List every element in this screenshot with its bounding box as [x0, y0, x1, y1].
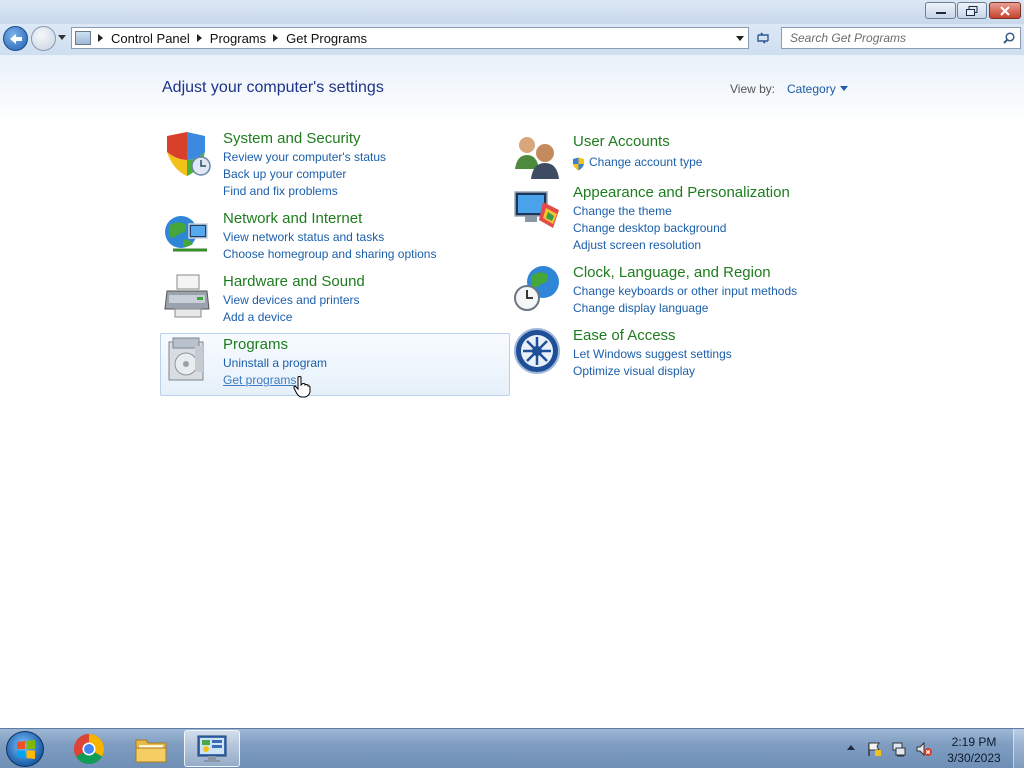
get-programs-link[interactable]: Get programs [223, 373, 296, 387]
start-button[interactable] [6, 731, 44, 767]
category-link[interactable]: Adjust screen resolution [573, 238, 701, 252]
category-link[interactable]: Find and fix problems [223, 184, 338, 198]
programs-icon[interactable] [163, 336, 211, 384]
search-placeholder: Search Get Programs [790, 31, 907, 45]
category-title[interactable]: Network and Internet [223, 210, 362, 227]
refresh-button[interactable] [751, 27, 775, 49]
forward-button[interactable] [31, 26, 56, 51]
view-by-label: View by: [730, 82, 776, 96]
address-bar[interactable]: Control Panel Programs Get Programs [71, 27, 749, 49]
category-title[interactable]: Ease of Access [573, 327, 676, 344]
taskbar-control-panel[interactable] [184, 730, 240, 767]
restore-icon [966, 5, 978, 16]
category-title[interactable]: Hardware and Sound [223, 273, 365, 290]
control-panel-icon [197, 735, 227, 762]
category-link[interactable]: Optimize visual display [573, 364, 695, 378]
back-button[interactable] [3, 26, 28, 51]
category-link[interactable]: Back up your computer [223, 167, 346, 181]
category-link[interactable]: Add a device [223, 310, 292, 324]
category-title[interactable]: Programs [223, 336, 288, 353]
taskbar: 2:19 PM 3/30/2023 [0, 728, 1024, 768]
category-link[interactable]: Review your computer's status [223, 150, 386, 164]
printer-icon[interactable] [163, 273, 211, 321]
volume-muted-icon[interactable] [916, 741, 932, 757]
control-panel-small-icon [75, 31, 91, 45]
category-link[interactable]: Uninstall a program [223, 356, 327, 370]
explorer-icon [135, 739, 167, 762]
action-center-flag-icon[interactable] [866, 741, 882, 757]
users-icon[interactable] [513, 133, 561, 181]
clock-globe-icon[interactable] [513, 264, 561, 312]
windows-logo-icon [17, 740, 35, 759]
breadcrumb-get-programs[interactable]: Get Programs [286, 31, 367, 46]
taskbar-chrome[interactable] [61, 730, 117, 767]
shield-icon[interactable] [163, 130, 211, 178]
minimize-icon [935, 11, 946, 14]
restore-button[interactable] [957, 2, 987, 19]
minimize-button[interactable] [925, 2, 956, 19]
close-icon [1000, 5, 1010, 16]
chrome-icon [73, 733, 105, 764]
search-icon[interactable] [1003, 32, 1015, 44]
refresh-icon [757, 32, 769, 44]
uac-shield-icon [573, 157, 584, 171]
category-link[interactable]: Change the theme [573, 204, 672, 218]
search-input[interactable]: Search Get Programs [781, 27, 1021, 49]
monitor-paint-icon[interactable] [513, 184, 561, 232]
category-link[interactable]: Let Windows suggest settings [573, 347, 732, 361]
category-link[interactable]: Change desktop background [573, 221, 726, 235]
breadcrumb-separator[interactable] [196, 34, 202, 42]
taskbar-explorer[interactable] [123, 730, 179, 767]
close-button[interactable] [989, 2, 1021, 19]
category-link[interactable]: View network status and tasks [223, 230, 384, 244]
show-desktop-button[interactable] [1013, 729, 1024, 768]
programs-highlight [160, 333, 510, 396]
network-icon[interactable] [891, 741, 907, 757]
back-arrow-icon [9, 33, 22, 44]
breadcrumb-separator[interactable] [273, 34, 279, 42]
main-content: Adjust your computer's settings View by:… [0, 55, 1024, 728]
clock-time: 2:19 PM [951, 735, 997, 749]
clock-date: 3/30/2023 [947, 751, 1001, 765]
category-title[interactable]: System and Security [223, 130, 361, 147]
page-title: Adjust your computer's settings [162, 79, 384, 96]
category-link[interactable]: Change display language [573, 301, 708, 315]
category-title[interactable]: Clock, Language, and Region [573, 264, 771, 281]
show-hidden-icons-button[interactable] [847, 745, 855, 750]
breadcrumb-programs[interactable]: Programs [210, 31, 266, 46]
hand-cursor-icon [293, 376, 311, 398]
address-dropdown[interactable] [736, 36, 744, 41]
title-bar [0, 0, 1024, 24]
recent-pages-dropdown[interactable] [58, 35, 66, 40]
globe-network-icon[interactable] [163, 210, 211, 258]
category-link[interactable]: Change account type [589, 155, 702, 169]
system-clock[interactable]: 2:19 PM 3/30/2023 [944, 734, 1004, 766]
category-link[interactable]: Change keyboards or other input methods [573, 284, 797, 298]
breadcrumb-control-panel[interactable]: Control Panel [111, 31, 190, 46]
category-link[interactable]: View devices and printers [223, 293, 360, 307]
breadcrumb-separator[interactable] [98, 34, 103, 42]
category-title[interactable]: User Accounts [573, 133, 670, 150]
ease-of-access-icon[interactable] [513, 327, 561, 375]
view-by-dropdown[interactable]: Category [787, 82, 836, 96]
category-title[interactable]: Appearance and Personalization [573, 184, 790, 201]
chevron-down-icon[interactable] [840, 86, 848, 91]
category-link[interactable]: Choose homegroup and sharing options [223, 247, 436, 261]
